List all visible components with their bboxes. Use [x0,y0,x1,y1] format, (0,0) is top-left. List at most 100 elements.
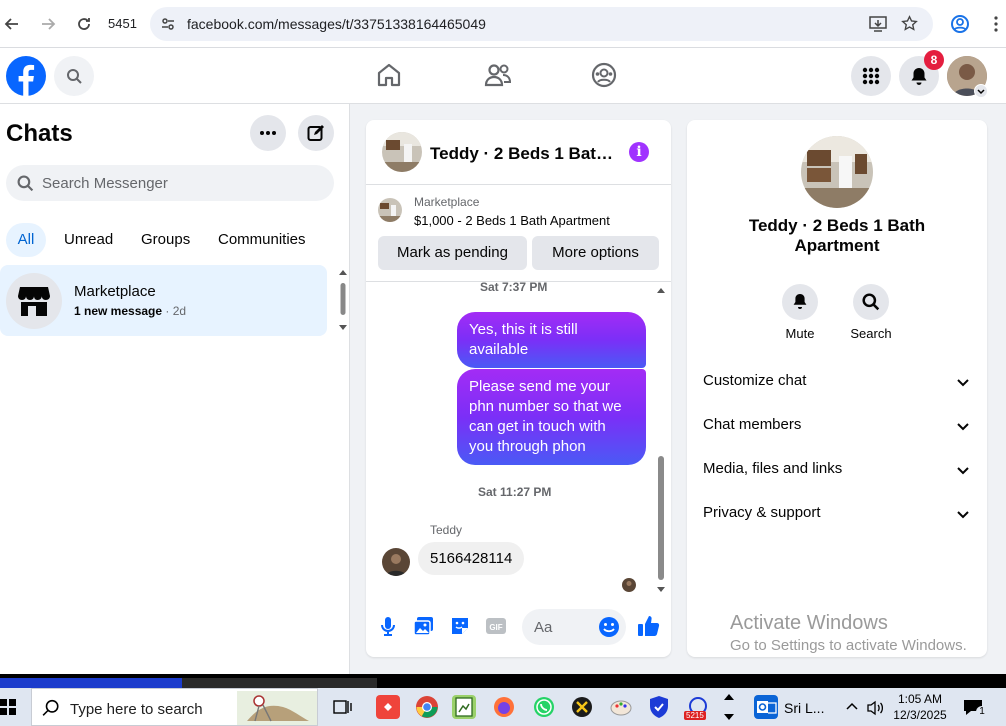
listing-thumbnail[interactable] [382,132,422,172]
compose-icon [307,124,325,142]
emoji-icon[interactable] [598,616,620,638]
notification-center-icon[interactable]: 1 [962,698,988,718]
info-icon[interactable]: i [629,142,649,162]
filter-communities[interactable]: Communities [218,231,306,248]
details-title: Teddy · 2 Beds 1 Bath Apartment [748,216,926,255]
address-bar[interactable]: facebook.com/messages/t/3375133816446504… [150,7,933,41]
task-view-icon[interactable] [330,695,354,719]
search-button[interactable] [54,56,94,96]
app-shield-icon[interactable] [647,695,671,719]
app-ix-icon[interactable] [570,695,594,719]
mute-button[interactable] [782,284,818,320]
section-chat-members[interactable]: Chat members [703,410,973,442]
mark-pending-button[interactable]: Mark as pending [378,236,527,270]
filter-unread[interactable]: Unread [64,231,113,248]
new-message-button[interactable] [298,115,334,151]
friends-icon[interactable] [484,62,512,90]
chat-preview: 1 new message · 2d [74,304,186,318]
search-conversation-button[interactable] [853,284,889,320]
clock-date: 12/3/2025 [893,708,947,722]
tab-count[interactable]: 5451 [108,16,137,31]
app-badge-icon[interactable]: 5215 [684,695,710,720]
taskbar-search-input[interactable]: Type here to search [31,688,318,726]
photo-icon[interactable] [413,615,435,637]
app-anydesk-icon[interactable] [376,695,400,719]
bookmark-star-icon[interactable] [901,15,918,32]
chevron-down-icon [955,418,971,434]
forward-icon[interactable] [36,12,60,36]
outlook-icon[interactable] [754,695,778,719]
microphone-icon[interactable] [377,615,399,637]
menu-button[interactable] [851,56,891,96]
gif-icon[interactable]: GIF [485,615,507,637]
listing-photo[interactable] [801,136,873,208]
activate-windows-title: Activate Windows [730,612,888,634]
groups-icon[interactable] [591,62,619,90]
back-icon[interactable] [0,12,24,36]
timestamp: Sat 7:37 PM [480,280,548,294]
conversation-title[interactable]: Teddy · 2 Beds 1 Bath Apartment [430,144,620,164]
incoming-message[interactable]: 5166428114 [418,542,525,575]
volume-icon[interactable] [866,700,884,716]
chat-options-button[interactable] [250,115,286,151]
chat-preview-text: 1 new message [74,304,163,318]
install-app-icon[interactable] [869,16,887,32]
app-sheet-icon[interactable] [452,695,476,719]
firefox-icon[interactable] [492,695,516,719]
message-input-placeholder: Aa [534,619,553,636]
chevron-down-icon [955,374,971,390]
browser-toolbar: 5451 facebook.com/messages/t/33751338164… [0,0,1006,48]
listing-title[interactable]: $1,000 - 2 Beds 1 Bath Apartment [414,213,610,228]
chats-scrollbar[interactable] [337,268,349,332]
chevron-down-icon [955,506,971,522]
windows-taskbar: Type here to search 5215 Sri L... 1:05 A… [0,688,1006,726]
section-privacy-support[interactable]: Privacy & support [703,498,973,530]
chat-age: · 2d [165,304,187,318]
conversation-details-panel: Teddy · 2 Beds 1 Bath Apartment Mute Sea… [687,120,987,657]
account-chevron-icon[interactable] [974,84,988,98]
facebook-header [0,48,1006,104]
search-placeholder: Search Messenger [42,175,168,192]
taskbar-app-label[interactable]: Sri L... [784,700,824,716]
listing-small-thumbnail [378,198,402,222]
section-customize-chat[interactable]: Customize chat [703,366,973,398]
search-icon [862,293,880,311]
more-icon [260,131,276,135]
message-composer: GIF Aa [366,607,671,647]
app-paint-icon[interactable] [609,695,633,719]
browser-menu-icon[interactable] [984,12,1006,36]
notification-badge: 8 [924,50,944,70]
chat-item-marketplace[interactable]: Marketplace 1 new message · 2d [0,265,327,336]
section-label: Chat members [703,416,802,433]
message-input[interactable]: Aa [522,609,626,645]
filter-groups[interactable]: Groups [141,231,190,248]
url-text[interactable]: facebook.com/messages/t/3375133816446504… [187,16,486,32]
taskbar-scroll-arrows-icon[interactable] [722,690,736,724]
site-settings-icon[interactable] [160,16,176,32]
whatsapp-icon[interactable] [532,695,556,719]
search-icon [66,68,82,84]
outgoing-message[interactable]: Yes, this it is still available [457,312,646,368]
bell-icon [792,293,808,311]
section-label: Privacy & support [703,504,821,521]
conversation-scrollbar[interactable] [655,284,667,594]
conversation-panel: Teddy · 2 Beds 1 Bath Apartment i Market… [366,120,671,657]
profile-icon[interactable] [948,12,972,36]
sticker-icon[interactable] [449,615,471,637]
start-icon[interactable] [0,699,16,715]
chevron-up-icon[interactable] [846,701,858,713]
svg-text:GIF: GIF [489,623,502,632]
messenger-search-input[interactable]: Search Messenger [6,165,334,201]
home-icon[interactable] [376,62,404,90]
filter-all[interactable]: All [6,223,46,257]
outgoing-message[interactable]: Please send me your phn number so that w… [457,369,646,465]
system-clock[interactable]: 1:05 AM 12/3/2025 [890,691,950,723]
more-options-button[interactable]: More options [532,236,659,270]
like-icon[interactable] [637,614,660,636]
chrome-icon[interactable] [415,695,439,719]
sender-avatar[interactable] [382,548,410,576]
search-icon [42,699,60,717]
facebook-logo-icon[interactable] [6,56,46,96]
reload-icon[interactable] [72,12,96,36]
section-media-files-links[interactable]: Media, files and links [703,454,973,486]
